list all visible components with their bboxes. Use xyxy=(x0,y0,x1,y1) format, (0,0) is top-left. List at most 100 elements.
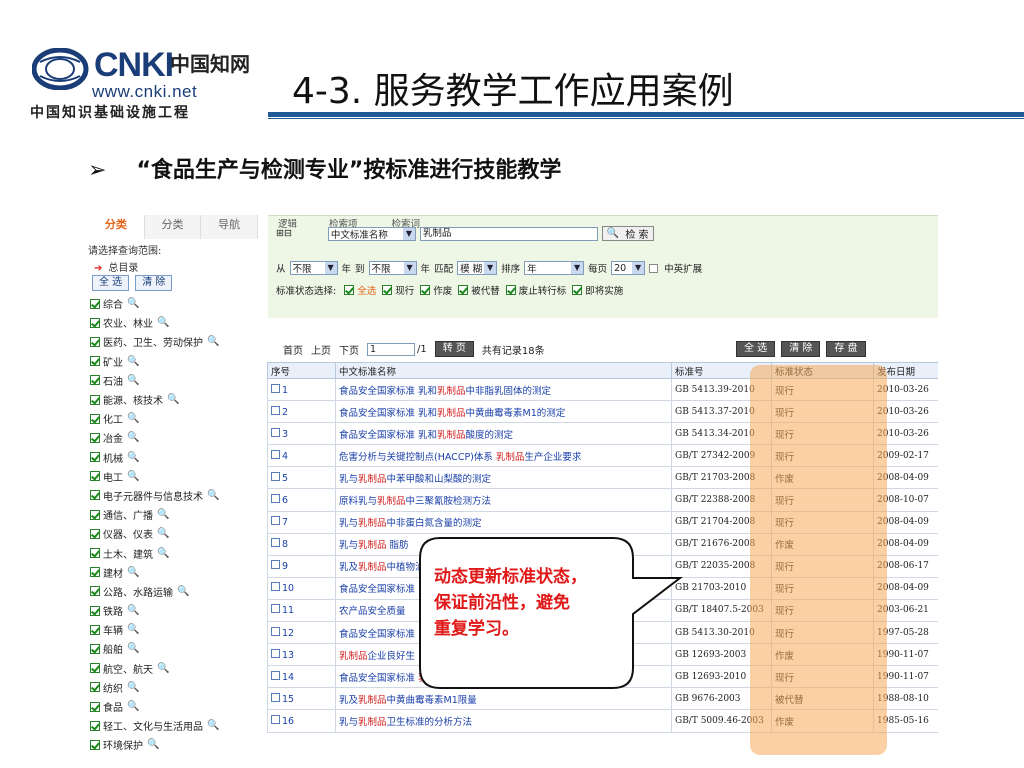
checkbox-checked-icon[interactable] xyxy=(90,509,100,520)
checkbox-checked-icon[interactable] xyxy=(90,452,100,463)
magnifier-icon[interactable]: 🔍 xyxy=(127,375,139,386)
category-item[interactable]: 电子元器件与信息技术 🔍 xyxy=(90,486,266,505)
checkbox-checked-icon[interactable] xyxy=(90,548,100,559)
category-item[interactable]: 化工 🔍 xyxy=(90,409,266,428)
expand-collapse-icon[interactable]: ⊞⊟ xyxy=(276,228,292,239)
select-all-button[interactable]: 全 选 xyxy=(92,275,130,291)
tab-navigation[interactable]: 导航 xyxy=(201,215,259,239)
row-checkbox[interactable] xyxy=(271,692,280,702)
magnifier-icon[interactable]: 🔍 xyxy=(127,471,139,482)
match-select[interactable]: 模 糊 ▼ xyxy=(457,261,498,275)
category-item[interactable]: 环境保护 🔍 xyxy=(90,735,266,754)
checkbox-checked-icon[interactable] xyxy=(420,285,431,295)
standard-name-link[interactable]: 食品安全国家标准 乳和乳制品中非脂乳固体的测定 xyxy=(335,377,672,402)
checkbox-checked-icon[interactable] xyxy=(382,285,393,295)
checkbox-checked-icon[interactable] xyxy=(90,356,100,367)
to-year-select[interactable]: 不限 ▼ xyxy=(368,261,417,275)
category-item[interactable]: 纺织 🔍 xyxy=(90,678,266,697)
standard-name-link[interactable]: 食品安全国家标准 乳和乳制品中黄曲霉毒素M1的测定 xyxy=(335,400,672,424)
status-option[interactable]: 即将实施 xyxy=(572,283,623,297)
category-item[interactable]: 电工 🔍 xyxy=(90,467,266,486)
sort-select[interactable]: 年 ▼ xyxy=(524,261,585,275)
checkbox-checked-icon[interactable] xyxy=(458,285,469,295)
row-checkbox[interactable] xyxy=(271,538,280,548)
checkbox-checked-icon[interactable] xyxy=(90,432,100,443)
row-checkbox[interactable] xyxy=(271,494,280,504)
row-checkbox[interactable] xyxy=(271,449,280,459)
category-item[interactable]: 冶金 🔍 xyxy=(90,428,266,447)
row-checkbox[interactable] xyxy=(271,604,280,614)
tab-category-2[interactable]: 分类 xyxy=(144,215,202,239)
magnifier-icon[interactable]: 🔍 xyxy=(167,394,179,405)
row-checkbox[interactable] xyxy=(271,626,280,636)
per-page-select[interactable]: 20 ▼ xyxy=(611,261,646,275)
status-option[interactable]: 被代替 xyxy=(458,283,500,297)
checkbox-checked-icon[interactable] xyxy=(90,298,100,309)
magnifier-icon[interactable]: 🔍 xyxy=(127,298,139,309)
magnifier-icon[interactable]: 🔍 xyxy=(127,452,139,463)
magnifier-icon[interactable]: 🔍 xyxy=(127,413,139,424)
checkbox-checked-icon[interactable] xyxy=(90,624,100,635)
magnifier-icon[interactable]: 🔍 xyxy=(127,701,139,712)
checkbox-checked-icon[interactable] xyxy=(90,490,100,501)
category-item[interactable]: 铁路 🔍 xyxy=(90,601,266,620)
category-item[interactable]: 通信、广播 🔍 xyxy=(90,505,266,524)
checkbox-checked-icon[interactable] xyxy=(90,336,100,347)
standard-name-link[interactable]: 乳与乳制品中苯甲酸和山梨酸的测定 xyxy=(335,466,672,490)
magnifier-icon[interactable]: 🔍 xyxy=(127,432,139,443)
magnifier-icon[interactable]: 🔍 xyxy=(207,490,219,501)
go-page-button[interactable]: 转 页 xyxy=(434,341,474,357)
magnifier-icon[interactable]: 🔍 xyxy=(157,663,169,674)
checkbox-checked-icon[interactable] xyxy=(90,586,100,597)
page-input[interactable]: 1 xyxy=(367,342,415,356)
standard-name-link[interactable]: 危害分析与关键控制点(HACCP)体系 乳制品生产企业要求 xyxy=(335,444,672,468)
magnifier-icon[interactable]: 🔍 xyxy=(207,720,219,731)
checkbox-checked-icon[interactable] xyxy=(90,394,100,405)
zh-en-checkbox[interactable] xyxy=(649,263,659,273)
search-button[interactable]: 🔍 检 索 xyxy=(601,226,654,241)
category-item[interactable]: 建材 🔍 xyxy=(90,563,266,582)
status-option[interactable]: 废止转行标 xyxy=(505,283,566,297)
checkbox-checked-icon[interactable] xyxy=(90,471,100,482)
category-item[interactable]: 仪器、仪表 🔍 xyxy=(90,524,266,543)
row-checkbox[interactable] xyxy=(271,471,280,481)
magnifier-icon[interactable]: 🔍 xyxy=(207,336,219,347)
tab-category[interactable]: 分类 xyxy=(88,215,145,239)
category-item[interactable]: 石油 🔍 xyxy=(90,371,266,390)
checkbox-checked-icon[interactable] xyxy=(90,375,100,386)
root-directory[interactable]: ➔ 总目录 xyxy=(94,259,138,274)
checkbox-checked-icon[interactable] xyxy=(90,720,100,731)
checkbox-checked-icon[interactable] xyxy=(344,285,355,295)
select-all-results-button[interactable]: 全 选 xyxy=(736,341,776,357)
next-page-link[interactable]: 下页 xyxy=(339,342,359,357)
standard-name-link[interactable]: 食品安全国家标准 乳和乳制品酸度的测定 xyxy=(335,422,672,446)
checkbox-checked-icon[interactable] xyxy=(90,605,100,616)
standard-name-link[interactable]: 乳与乳制品卫生标准的分析方法 xyxy=(335,709,672,733)
magnifier-icon[interactable]: 🔍 xyxy=(127,643,139,654)
category-item[interactable]: 轻工、文化与生活用品 🔍 xyxy=(90,716,266,735)
category-item[interactable]: 车辆 🔍 xyxy=(90,620,266,639)
magnifier-icon[interactable]: 🔍 xyxy=(157,528,169,539)
row-checkbox[interactable] xyxy=(271,714,280,724)
magnifier-icon[interactable]: 🔍 xyxy=(127,605,139,616)
magnifier-icon[interactable]: 🔍 xyxy=(127,356,139,367)
row-checkbox[interactable] xyxy=(271,582,280,592)
checkbox-checked-icon[interactable] xyxy=(90,643,100,654)
row-checkbox[interactable] xyxy=(271,427,280,437)
checkbox-checked-icon[interactable] xyxy=(90,739,100,750)
checkbox-checked-icon[interactable] xyxy=(90,528,100,539)
row-checkbox[interactable] xyxy=(271,383,280,393)
row-checkbox[interactable] xyxy=(271,648,280,658)
category-item[interactable]: 食品 🔍 xyxy=(90,697,266,716)
save-results-button[interactable]: 存 盘 xyxy=(826,341,866,357)
checkbox-checked-icon[interactable] xyxy=(90,701,100,712)
category-item[interactable]: 土木、建筑 🔍 xyxy=(90,543,266,562)
field-select[interactable]: 中文标准名称 ▼ xyxy=(327,226,416,241)
from-year-select[interactable]: 不限 ▼ xyxy=(289,261,338,275)
status-option[interactable]: 现行 xyxy=(382,283,414,297)
magnifier-icon[interactable]: 🔍 xyxy=(157,509,169,520)
category-item[interactable]: 船舶 🔍 xyxy=(90,639,266,658)
magnifier-icon[interactable]: 🔍 xyxy=(157,548,169,559)
search-term-input[interactable]: 乳制品 xyxy=(419,226,598,241)
magnifier-icon[interactable]: 🔍 xyxy=(177,586,189,597)
